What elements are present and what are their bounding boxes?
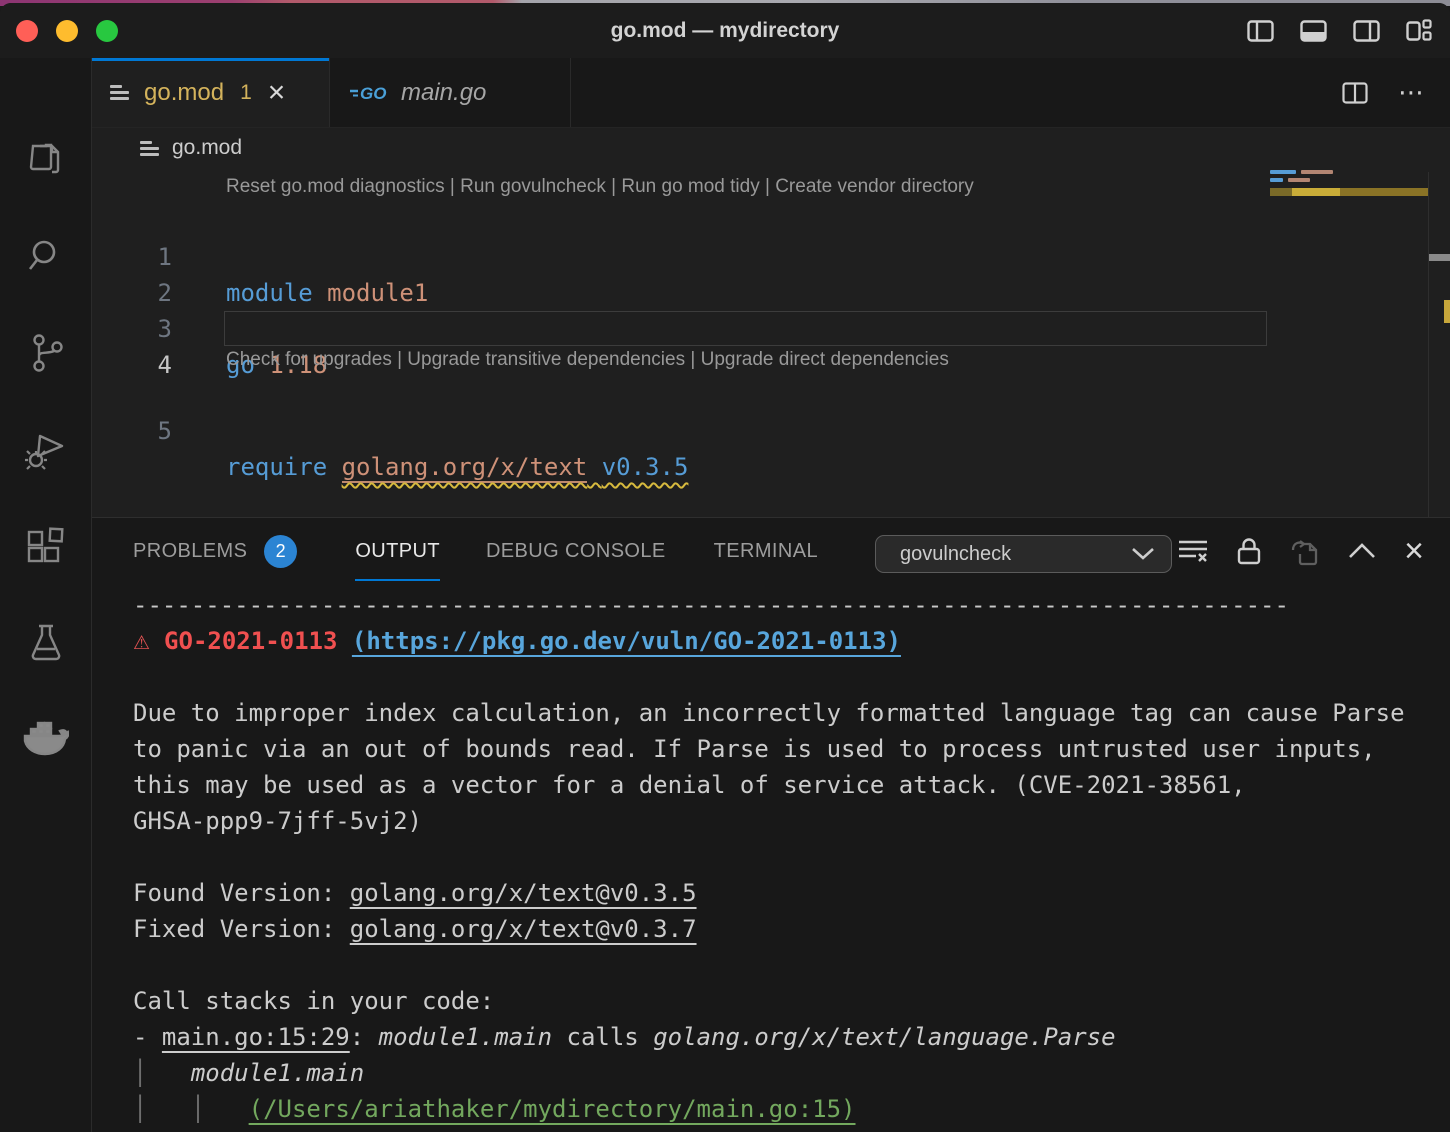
tab-debug-console[interactable]: DEBUG CONSOLE [486,518,666,584]
stack-location-link[interactable]: main.go:15:29 [162,1023,350,1051]
minimap[interactable] [1270,170,1428,330]
code-line-3: 3 go 1.18 [92,275,1450,311]
chevron-down-icon [1131,547,1155,561]
close-panel-icon[interactable]: × [1404,534,1424,568]
overview-ruler-warning-mark [1444,300,1450,323]
scrollbar-cursor-mark [1429,254,1450,261]
fixed-version-link[interactable]: golang.org/x/text@v0.3.7 [350,915,697,943]
window-title: go.mod — mydirectory [0,3,1450,58]
search-icon[interactable] [0,226,92,286]
toggle-primary-sidebar-icon[interactable] [1247,20,1274,42]
description-line: this may be used as a vector for a denia… [133,767,1450,803]
vscode-window: go.mod — mydirectory [0,3,1450,1132]
tab-terminal[interactable]: TERMINAL [714,518,818,584]
tab-problems[interactable]: PROBLEMS 2 [133,518,297,584]
problems-count-badge: 2 [264,535,297,568]
minimap-line [1288,178,1310,182]
testing-icon[interactable] [0,614,92,674]
found-version-row: Found Version: golang.org/x/text@v0.3.5 [133,875,1450,911]
called-function: golang.org/x/text/language.Parse [653,1023,1115,1051]
close-tab-icon[interactable]: × [268,78,286,108]
dependency-version: v0.3.5 [602,453,689,481]
description-line: Due to improper index calculation, an in… [133,695,1450,731]
vulnerability-header: ⚠ GO-2021-0113 (https://pkg.go.dev/vuln/G… [133,623,1450,659]
editor-tab-bar: go.mod 1 × GO main.go ⋯ [92,58,1450,128]
codelens-dependency-actions[interactable]: Check for upgrades | Upgrade transitive … [226,349,949,371]
keyword-require: require [226,453,327,481]
output-channel-dropdown[interactable]: govulncheck [875,535,1172,573]
code-line-2: 2 [92,239,1450,275]
title-bar: go.mod — mydirectory [0,3,1450,58]
more-actions-icon[interactable]: ⋯ [1398,77,1426,108]
active-tab-indicator [92,58,329,61]
editor-area[interactable]: go.mod Reset go.mod diagnostics | Run go… [92,128,1450,517]
current-line-highlight [224,311,1267,346]
tab-gomod[interactable]: go.mod 1 × [92,58,330,127]
maximize-panel-icon[interactable] [1348,543,1376,559]
call-stack-line-1: - main.go:15:29: module1.main calls gola… [133,1019,1450,1055]
stack-file-link[interactable]: (/Users/ariathaker/mydirectory/main.go:1… [249,1095,856,1123]
explorer-icon[interactable] [0,130,92,190]
go-file-icon: GO [349,82,389,104]
source-control-icon[interactable] [0,323,92,383]
vulnerability-id: GO-2021-0113 [164,627,337,655]
code-line-1: 1 module module1 [92,203,1450,239]
minimap-warning-line [1270,188,1428,196]
extensions-icon[interactable] [0,517,92,577]
stack-function: module1.main [191,1059,364,1087]
minimap-line [1270,170,1296,174]
codelens-gomod-actions[interactable]: Reset go.mod diagnostics | Run govulnche… [226,176,974,198]
toggle-secondary-sidebar-icon[interactable] [1353,20,1380,42]
gomod-file-icon [140,138,160,159]
stack-tree-bar: │ [191,1095,205,1123]
call-stacks-header: Call stacks in your code: [133,983,1450,1019]
tab-maingo[interactable]: GO main.go [331,58,571,127]
tab-output[interactable]: OUTPUT [355,518,440,584]
tab-label: go.mod [144,79,224,107]
breadcrumb[interactable]: go.mod [140,136,242,160]
vulnerability-url-link[interactable]: (https://pkg.go.dev/vuln/GO-2021-0113) [352,627,901,655]
stack-tree-bar: │ [133,1059,147,1087]
output-console[interactable]: ----------------------------------------… [92,584,1450,1132]
breadcrumb-file: go.mod [172,136,242,160]
activity-bar [0,58,92,1132]
description-line: to panic via an out of bounds read. If P… [133,731,1450,767]
gomod-file-icon [110,82,130,103]
toggle-panel-icon[interactable] [1300,20,1327,42]
bottom-panel: PROBLEMS 2 OUTPUT DEBUG CONSOLE TERMINAL… [92,517,1450,1132]
clear-output-icon[interactable] [1178,537,1208,565]
panel-header: PROBLEMS 2 OUTPUT DEBUG CONSOLE TERMINAL… [92,518,1450,584]
description-line: GHSA-ppp9-7jff-5vj2) [133,803,1450,839]
found-version-link[interactable]: golang.org/x/text@v0.3.5 [350,879,697,907]
tab-problems-count: 1 [240,81,252,105]
code-line-5: 5 require golang.org/x/text v0.3.5 [92,377,1450,413]
caller-function: module1.main [379,1023,552,1051]
split-editor-icon[interactable] [1342,82,1368,104]
line-number: 5 [92,413,172,449]
output-separator: ----------------------------------------… [133,587,1450,623]
svg-text:GO: GO [360,84,386,103]
tab-label: main.go [401,79,486,107]
stack-tree-bar: │ [133,1095,147,1123]
warning-icon: ⚠ [133,632,150,654]
minimap-line [1301,170,1333,174]
dependency-link[interactable]: golang.org/x/text [342,453,588,483]
overview-ruler-border [1428,172,1429,517]
lock-autoscroll-icon[interactable] [1236,536,1262,566]
open-log-file-icon[interactable] [1290,536,1320,566]
fixed-version-row: Fixed Version: golang.org/x/text@v0.3.7 [133,911,1450,947]
call-stack-line-3: │ │ (/Users/ariathaker/mydirectory/main.… [133,1091,1450,1127]
docker-icon[interactable] [0,710,92,770]
run-debug-icon[interactable] [0,421,92,481]
minimap-line [1270,178,1283,182]
output-channel-value: govulncheck [900,543,1011,566]
customize-layout-icon[interactable] [1406,19,1432,43]
call-stack-line-2: │ module1.main [133,1055,1450,1091]
